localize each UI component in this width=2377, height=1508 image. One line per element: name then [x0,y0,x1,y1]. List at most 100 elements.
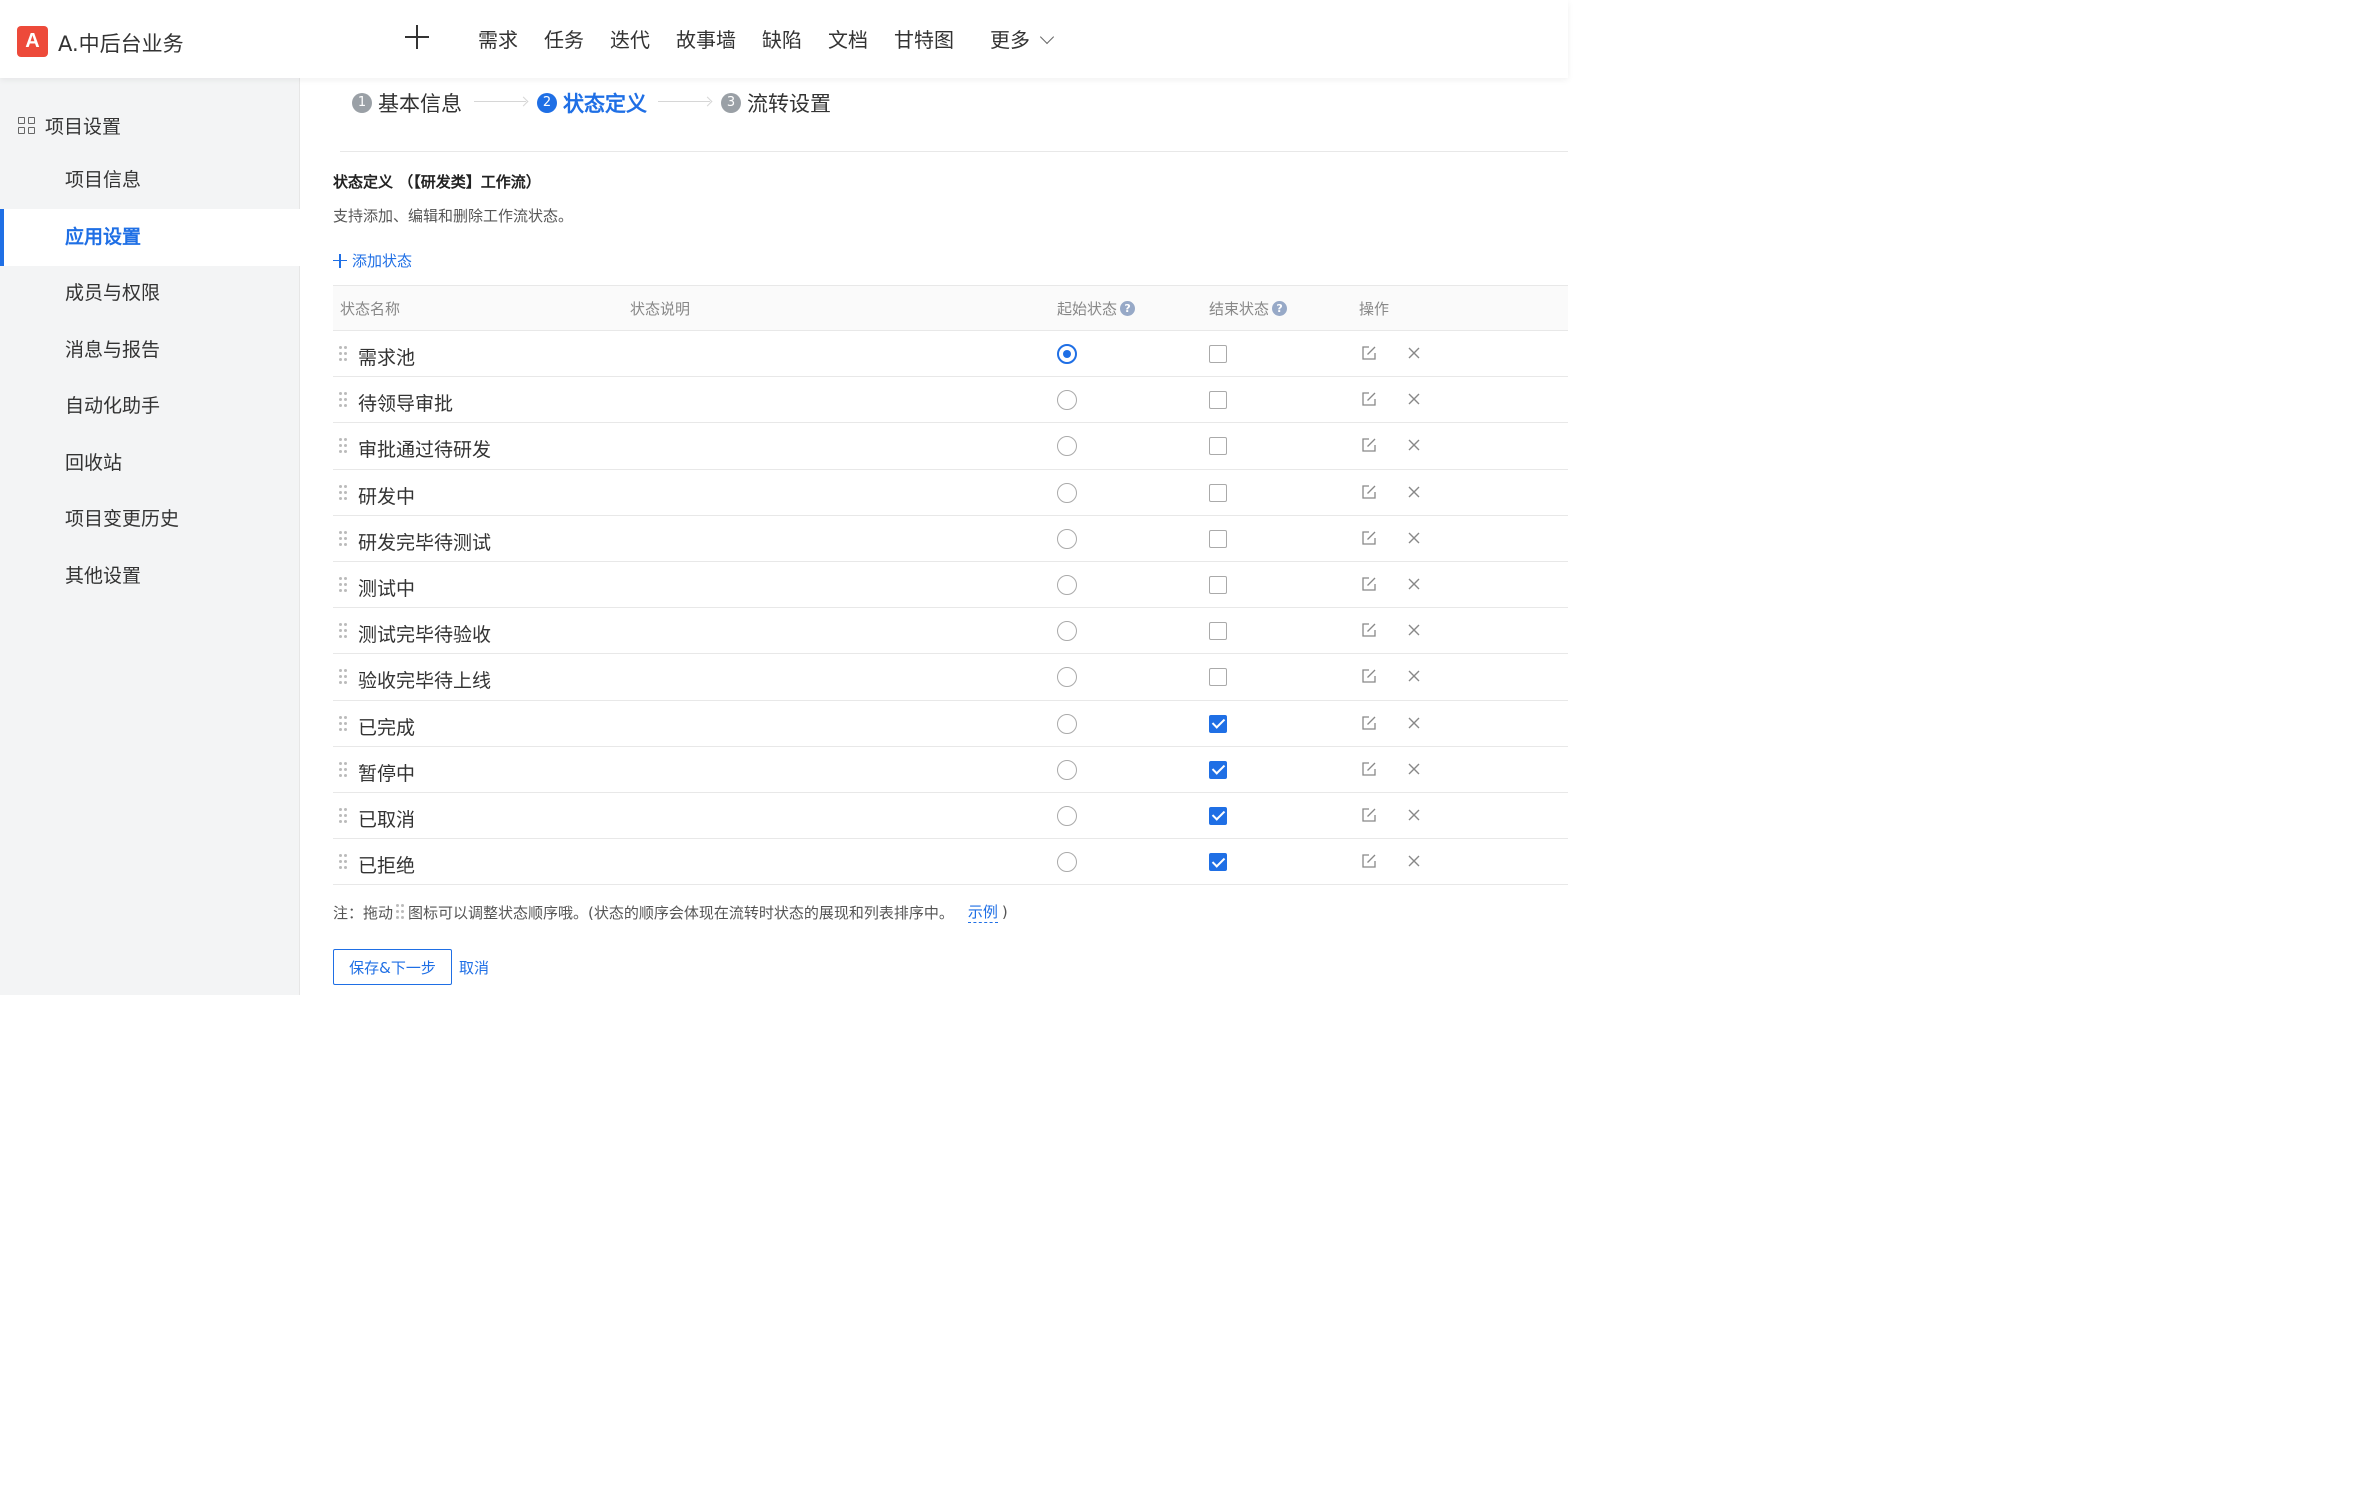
sidebar-item-messages[interactable]: 消息与报告 [0,322,300,379]
table-row: 验收完毕待上线 [333,654,1568,701]
example-link[interactable]: 示例 [967,901,998,923]
end-status-checkbox[interactable] [1209,622,1227,641]
sidebar-item-recycle-bin[interactable]: 回收站 [0,435,300,492]
sidebar-item-change-history[interactable]: 项目变更历史 [0,491,300,548]
sidebar-item-other[interactable]: 其他设置 [0,548,300,605]
end-status-checkbox[interactable] [1209,806,1227,825]
add-status-button[interactable]: 添加状态 [333,250,412,271]
drag-handle-icon[interactable] [339,345,348,363]
start-status-radio[interactable] [1057,667,1077,688]
close-icon[interactable] [1406,530,1422,546]
drag-handle-icon[interactable] [339,807,348,825]
drag-handle-icon[interactable] [339,622,348,640]
step-status-definition[interactable]: 2 状态定义 [537,88,647,118]
drag-handle-icon[interactable] [339,761,348,779]
nav-story-wall[interactable]: 故事墙 [676,24,736,52]
help-icon[interactable]: ? [1120,301,1136,316]
table-header: 状态名称 状态说明 起始状态? 结束状态? 操作 [333,285,1568,331]
nav-requirements[interactable]: 需求 [478,24,518,52]
nav-more[interactable]: 更多 [990,24,1055,52]
drag-handle-icon[interactable] [339,437,348,455]
end-status-checkbox[interactable] [1209,714,1227,733]
help-icon[interactable]: ? [1272,301,1288,316]
sidebar-item-app-settings[interactable]: 应用设置 [0,209,300,266]
nav-iterations[interactable]: 迭代 [610,24,650,52]
nav-gantt[interactable]: 甘特图 [894,24,954,52]
drag-handle-icon[interactable] [339,853,348,871]
start-status-radio[interactable] [1057,436,1077,457]
end-status-checkbox[interactable] [1209,437,1227,456]
start-status-radio[interactable] [1057,528,1077,549]
note-prefix: 注：拖动 [333,903,394,922]
close-icon[interactable] [1406,622,1422,638]
step-transition-settings[interactable]: 3 流转设置 [721,88,831,118]
end-status-checkbox[interactable] [1209,345,1227,363]
edit-icon[interactable] [1361,530,1377,546]
start-status-radio[interactable] [1057,713,1077,734]
end-status-checkbox[interactable] [1209,483,1227,502]
start-status-radio[interactable] [1057,390,1077,411]
start-status-radio[interactable] [1057,482,1077,503]
step-basic-info[interactable]: 1 基本信息 [352,88,462,118]
edit-icon[interactable] [1361,345,1377,361]
end-status-checkbox[interactable] [1209,391,1227,410]
edit-icon[interactable] [1361,391,1377,407]
nav-docs[interactable]: 文档 [828,24,868,52]
start-status-radio[interactable] [1057,344,1077,364]
drag-handle-icon[interactable] [339,530,348,548]
step-label: 状态定义 [563,92,647,116]
nav-tasks[interactable]: 任务 [544,24,584,52]
table-row: 已完成 [333,701,1568,747]
close-icon[interactable] [1406,345,1422,361]
close-icon[interactable] [1406,668,1422,684]
close-icon[interactable] [1406,761,1422,777]
edit-icon[interactable] [1361,576,1377,592]
end-status-checkbox[interactable] [1209,760,1227,779]
drag-handle-icon[interactable] [339,391,348,409]
drag-handle-icon[interactable] [339,484,348,502]
drag-handle-icon[interactable] [339,715,348,733]
drag-handle-icon[interactable] [339,576,348,594]
start-status-radio[interactable] [1057,574,1077,595]
top-bar: A A.中后台业务 需求 任务 迭代 故事墙 缺陷 文档 甘特图 更多 [0,0,1568,78]
nav-defects[interactable]: 缺陷 [762,24,802,52]
drag-handle-icon[interactable] [339,668,348,686]
cancel-button[interactable]: 取消 [459,957,489,978]
create-plus-button[interactable] [404,24,430,50]
end-status-checkbox[interactable] [1209,853,1227,872]
edit-icon[interactable] [1361,807,1377,823]
start-status-radio[interactable] [1057,852,1077,873]
table-row: 已取消 [333,793,1568,840]
add-status-label: 添加状态 [352,252,413,270]
edit-icon[interactable] [1361,668,1377,684]
sidebar-item-members[interactable]: 成员与权限 [0,265,300,322]
start-status-radio[interactable] [1057,759,1077,780]
close-icon[interactable] [1406,853,1422,869]
start-status-radio[interactable] [1057,621,1077,642]
sidebar-item-project-info[interactable]: 项目信息 [0,152,300,209]
close-icon[interactable] [1406,484,1422,500]
sidebar-item-automation[interactable]: 自动化助手 [0,378,300,435]
edit-icon[interactable] [1361,622,1377,638]
close-icon[interactable] [1406,715,1422,731]
table-row: 待领导审批 [333,377,1568,424]
close-icon[interactable] [1406,576,1422,592]
end-status-checkbox[interactable] [1209,575,1227,594]
table-row: 暂停中 [333,747,1568,793]
edit-icon[interactable] [1361,853,1377,869]
start-status-radio[interactable] [1057,805,1077,826]
edit-icon[interactable] [1361,437,1377,453]
save-next-button[interactable]: 保存&下一步 [333,949,452,985]
edit-icon[interactable] [1361,484,1377,500]
project-name[interactable]: A.中后台业务 [58,28,184,58]
status-name: 已取消 [358,808,416,831]
edit-icon[interactable] [1361,761,1377,777]
edit-icon[interactable] [1361,715,1377,731]
app-logo[interactable]: A [17,26,48,57]
close-icon[interactable] [1406,807,1422,823]
section-description: 支持添加、编辑和删除工作流状态。 [333,207,574,225]
close-icon[interactable] [1406,437,1422,453]
close-icon[interactable] [1406,391,1422,407]
end-status-checkbox[interactable] [1209,529,1227,548]
end-status-checkbox[interactable] [1209,668,1227,687]
